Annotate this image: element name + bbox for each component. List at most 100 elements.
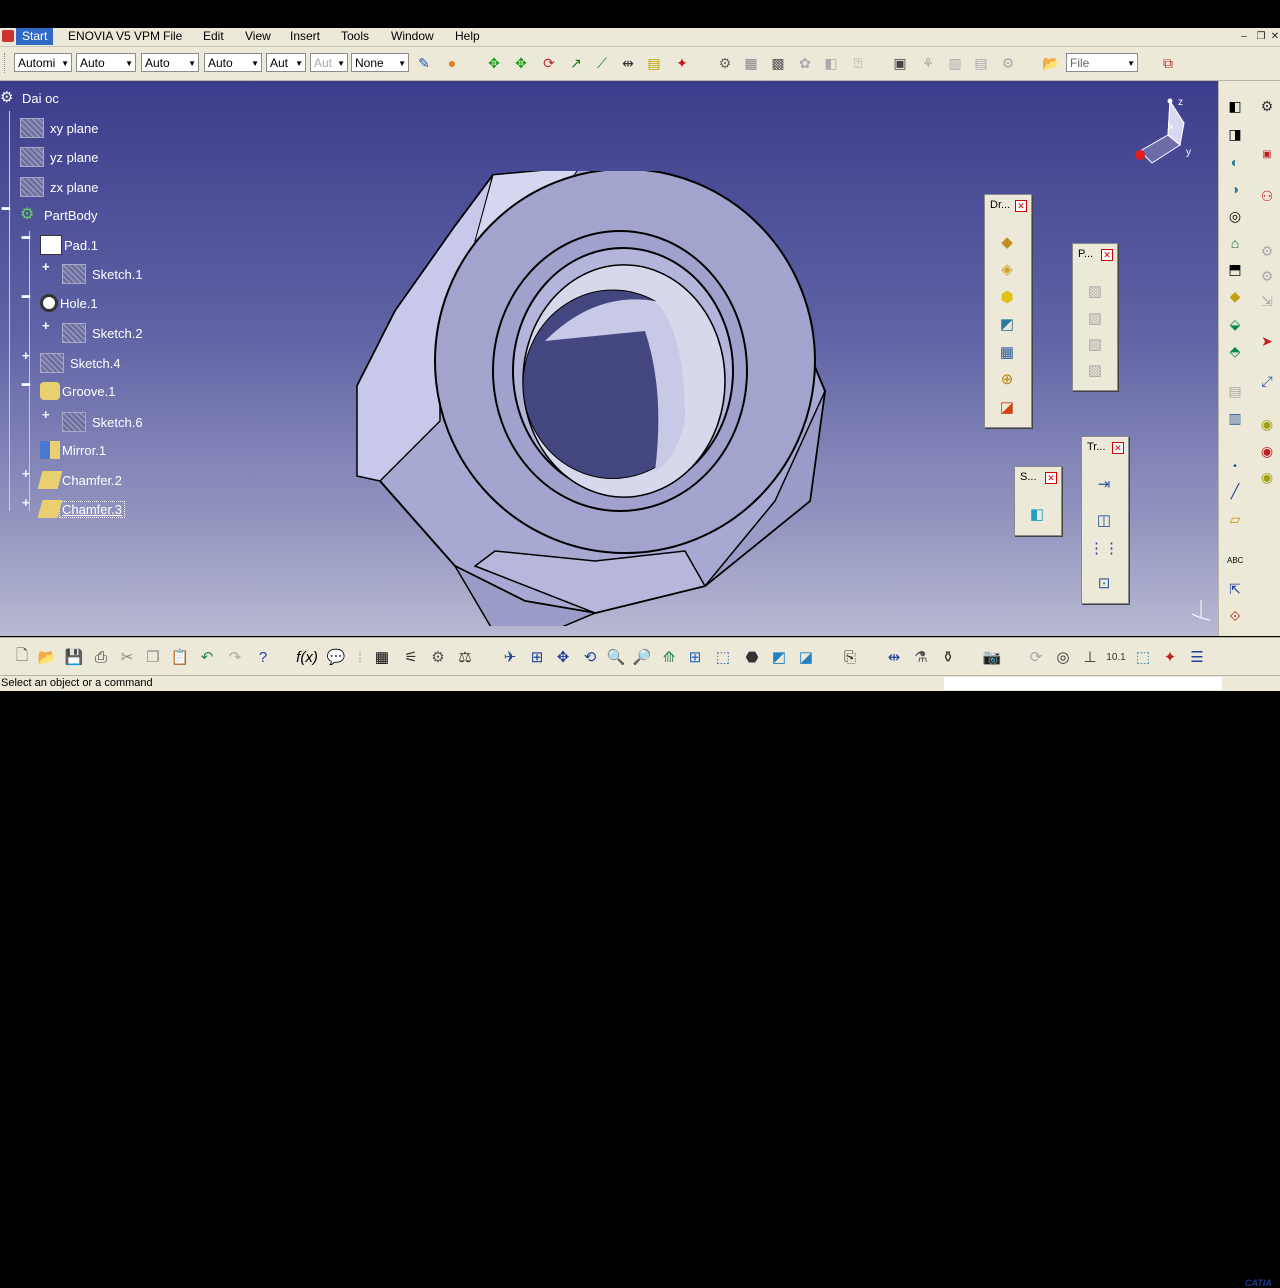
tree-item-sketch-2[interactable]: Sketch.2 [62, 323, 145, 343]
restore-icon[interactable]: ❐ [1255, 31, 1267, 43]
zoom-in-icon[interactable]: 🔍 [606, 647, 626, 667]
rotate-view-icon[interactable]: ⟲ [580, 647, 600, 667]
shading-icon[interactable]: ⬣ [742, 647, 762, 667]
enovia-icon[interactable]: ⧉ [1158, 53, 1178, 73]
mirror-icon[interactable]: ◫ [1093, 509, 1115, 531]
menu-window[interactable]: Window [391, 29, 434, 43]
catalog-browser-icon[interactable]: ⚙ [428, 647, 448, 667]
rule-icon[interactable]: ⚙ [998, 53, 1018, 73]
close-icon[interactable]: ✕ [1015, 200, 1027, 212]
draft-icon[interactable]: ⬢ [996, 286, 1018, 308]
collapse-icon[interactable]: ━ [22, 230, 30, 246]
file-combo[interactable]: File ▼ [1066, 53, 1138, 72]
tree-item-sketch-6[interactable]: Sketch.6 [62, 412, 145, 432]
line-thickness-combo[interactable]: Auto ▼ [141, 53, 199, 72]
scaling-icon[interactable]: ⊡ [1093, 572, 1115, 594]
formula-icon[interactable]: f(x) [296, 647, 318, 667]
copy-icon[interactable]: ❐ [143, 647, 163, 667]
expand-icon[interactable]: + [22, 495, 30, 510]
inertia-icon[interactable]: ⚗ [911, 647, 931, 667]
tree-item-groove[interactable]: Groove.1 [40, 382, 117, 400]
hole-icon[interactable]: ◎ [1225, 206, 1245, 226]
param-icon[interactable]: ⁞ [350, 647, 370, 667]
tree-item-hole[interactable]: Hole.1 [40, 294, 100, 312]
rect-pattern-icon[interactable]: ⋮⋮ [1089, 537, 1119, 559]
tree-item-zx-plane[interactable]: zx plane [20, 177, 100, 197]
transparency-combo[interactable]: Auto ▼ [76, 53, 136, 72]
material-icon[interactable]: ◉ [1257, 467, 1277, 487]
line-icon[interactable]: ╱ [1225, 481, 1245, 501]
tree-item-mirror[interactable]: Mirror.1 [40, 441, 108, 459]
line-type-combo[interactable]: Auto ▼ [204, 53, 262, 72]
menu-file[interactable]: File [163, 29, 182, 43]
3d-annotation-icon[interactable]: ⟐ [1225, 606, 1245, 626]
plane-icon[interactable]: ▱ [1225, 509, 1245, 529]
update-icon[interactable]: ⟳ [1026, 647, 1046, 667]
menu-insert[interactable]: Insert [290, 29, 320, 43]
pad-icon[interactable]: ◧ [1225, 96, 1245, 116]
analysis-icon[interactable]: ✦ [1160, 647, 1180, 667]
tree-item-partbody[interactable]: ⚙ PartBody [20, 206, 99, 224]
text-annotation-label[interactable]: ABC [1227, 556, 1243, 565]
thread-icon[interactable]: ⊕ [996, 368, 1018, 390]
apply-material-icon[interactable]: ✿ [795, 53, 815, 73]
shell-icon[interactable]: ◩ [996, 313, 1018, 335]
fillet-icon[interactable]: ◆ [996, 231, 1018, 253]
cut-icon[interactable]: ✂ [117, 647, 137, 667]
material-icon[interactable]: ◉ [1257, 441, 1277, 461]
loft-icon[interactable]: ⬙ [1225, 314, 1245, 334]
material-icon[interactable]: ◉ [1257, 414, 1277, 434]
print-icon[interactable]: ⎙ [91, 647, 111, 667]
check-icon[interactable]: ▤ [971, 53, 991, 73]
collapse-icon[interactable]: ━ [22, 377, 30, 393]
part-icon[interactable]: ⬚ [1133, 647, 1153, 667]
pointer-icon[interactable]: ➤ [1257, 331, 1277, 351]
iso-view-icon[interactable]: ⬚ [713, 647, 733, 667]
compass-widget[interactable]: z y x [1118, 93, 1198, 173]
expand-icon[interactable]: + [22, 348, 30, 363]
shaft-icon[interactable]: ◐ [1225, 152, 1245, 172]
remove-face-icon[interactable]: ◪ [996, 396, 1018, 418]
menu-enovia[interactable]: ENOVIA V5 VPM [68, 29, 160, 43]
measure-icon[interactable]: ⍰ [848, 53, 868, 73]
list-icon[interactable]: ☰ [1187, 647, 1207, 667]
tree-item-chamfer-2[interactable]: Chamfer.2 [37, 471, 124, 489]
catalog-icon[interactable]: ⚙ [1257, 241, 1277, 261]
expand-icon[interactable]: + [42, 318, 50, 333]
3d-viewport[interactable]: ⚙ Dai oc xy plane yz plane zx plane ━ ⚙ … [0, 81, 1218, 636]
menu-view[interactable]: View [245, 29, 271, 43]
axis-system-icon[interactable]: ⊥ [1080, 647, 1100, 667]
law-icon[interactable]: ⚘ [918, 53, 938, 73]
zoom-out-icon[interactable]: 🔎 [632, 647, 652, 667]
material-apply-icon[interactable]: ⚱ [938, 647, 958, 667]
capture-icon[interactable]: 📷 [982, 647, 1002, 667]
move-icon[interactable]: ✥ [511, 53, 531, 73]
menu-start[interactable]: Start [16, 28, 54, 45]
tree-item-pad[interactable]: Pad.1 [40, 235, 100, 255]
remove-loft-icon[interactable]: ⬘ [1225, 341, 1245, 361]
stiffener-icon[interactable]: ◆ [1225, 286, 1245, 306]
menu-help[interactable]: Help [455, 29, 480, 43]
collapse-icon[interactable]: ━ [2, 201, 10, 217]
pan-icon[interactable]: ✥ [484, 53, 504, 73]
minimize-icon[interactable]: – [1238, 31, 1250, 43]
generate-icon[interactable]: ⎘ [840, 647, 860, 667]
chamfer-icon[interactable]: ◈ [996, 258, 1018, 280]
compass-snap-icon[interactable]: ⚙ [715, 53, 735, 73]
redo-icon[interactable]: ↷ [225, 647, 245, 667]
swap-space-icon[interactable]: ◪ [796, 647, 816, 667]
distance-icon[interactable]: ⇹ [618, 53, 638, 73]
scan-icon[interactable]: ⚟ [401, 647, 421, 667]
new-file-icon[interactable]: 🗋 [12, 647, 32, 667]
groove-icon[interactable]: ◑ [1225, 179, 1245, 199]
tree-root[interactable]: ⚙ Dai oc [0, 89, 61, 107]
tree-item-sketch-4[interactable]: Sketch.4 [40, 353, 123, 373]
catalog-icon[interactable]: ▦ [741, 53, 761, 73]
pattern-icon[interactable]: ▧ [1084, 280, 1106, 302]
open-folder-icon[interactable]: 📂 [1041, 53, 1061, 73]
analysis-icon[interactable]: ✦ [672, 53, 692, 73]
pattern-icon[interactable]: ▧ [1084, 359, 1106, 381]
fly-mode-icon[interactable]: ✈ [500, 647, 520, 667]
pocket-icon[interactable]: ◨ [1225, 124, 1245, 144]
command-input[interactable] [944, 677, 1222, 690]
